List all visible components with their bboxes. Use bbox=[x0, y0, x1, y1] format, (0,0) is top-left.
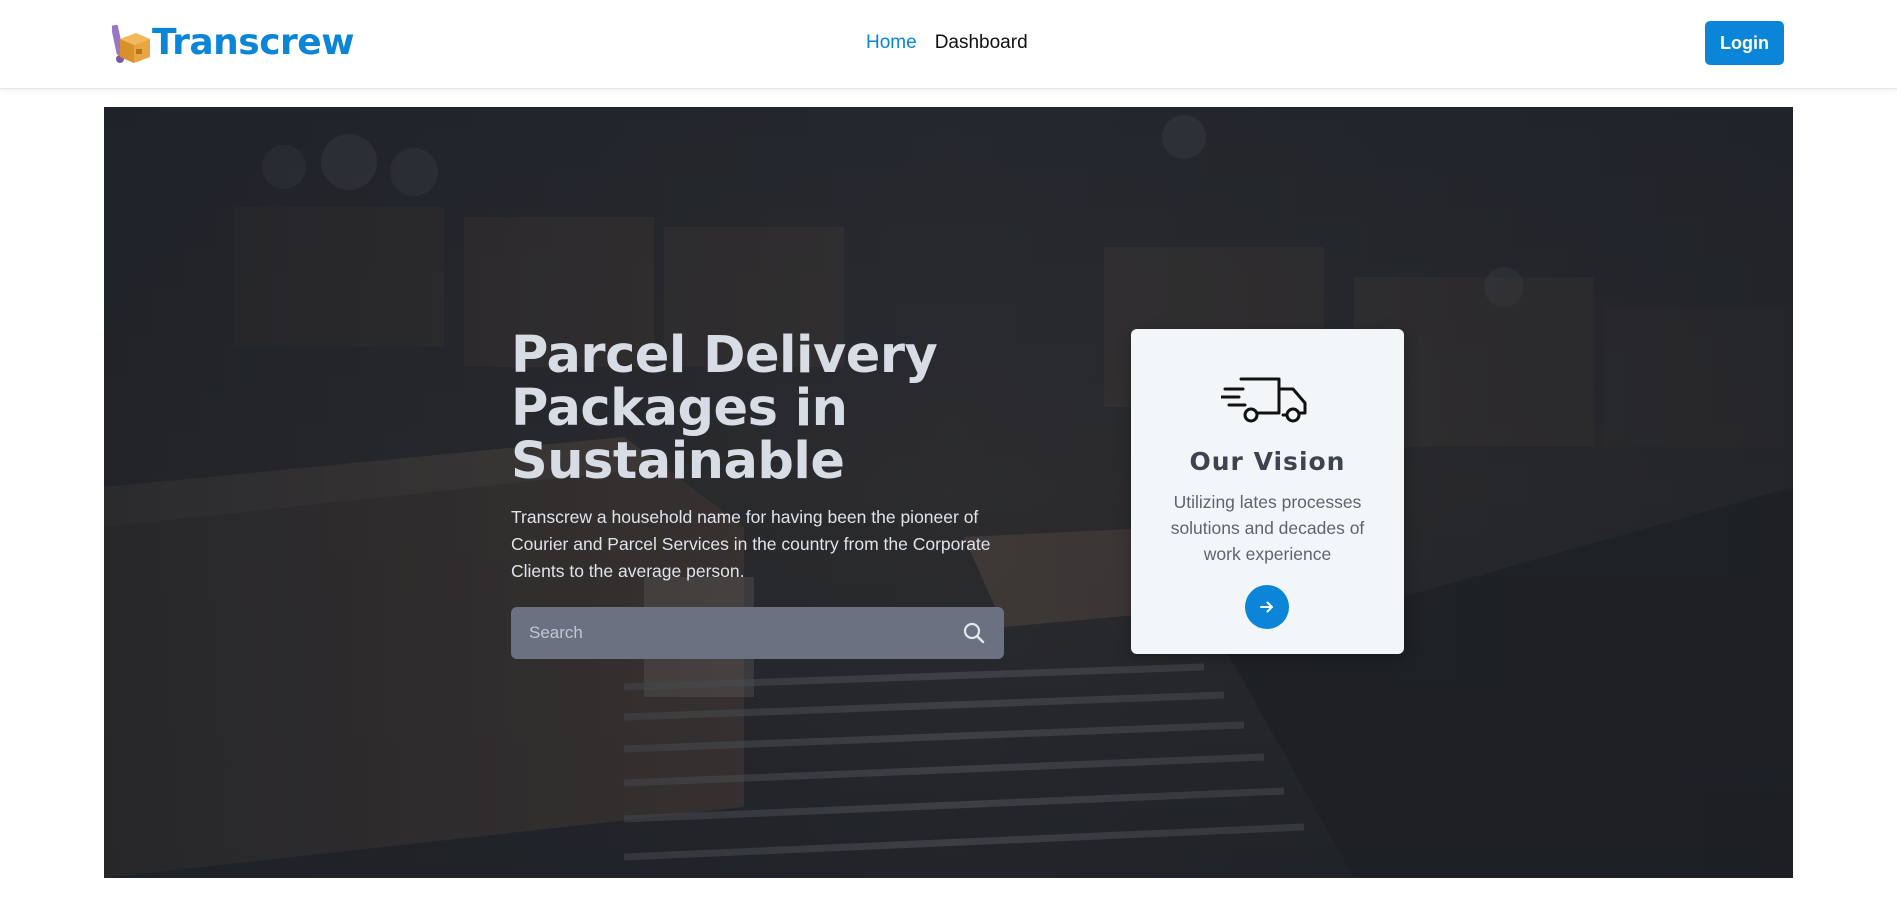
top-navbar: Transcrew Home Dashboard Login bbox=[0, 0, 1897, 89]
box-logo-icon bbox=[112, 24, 150, 63]
search-icon[interactable] bbox=[944, 607, 1004, 659]
delivery-truck-icon bbox=[1221, 377, 1307, 423]
hero-title: Parcel Delivery Packages in Sustainable bbox=[511, 326, 938, 491]
hero-description: Transcrew a household name for having be… bbox=[511, 507, 991, 581]
vision-card: Our Vision Utilizing lates processes sol… bbox=[1131, 329, 1404, 654]
search-bar bbox=[511, 607, 1004, 659]
nav-link-home[interactable]: Home bbox=[866, 28, 917, 58]
vision-title: Our Vision bbox=[1189, 447, 1346, 476]
brand-logo-link[interactable]: Transcrew bbox=[112, 20, 354, 66]
search-input[interactable] bbox=[511, 607, 944, 659]
arrow-right-icon bbox=[1260, 601, 1273, 613]
vision-text: Utilizing lates processes solutions and … bbox=[1170, 492, 1365, 564]
vision-more-button[interactable] bbox=[1245, 585, 1289, 629]
nav-link-dashboard[interactable]: Dashboard bbox=[935, 28, 1028, 58]
brand-name: Transcrew bbox=[152, 22, 354, 63]
hero-background-image bbox=[104, 107, 1793, 878]
main-nav: Home Dashboard bbox=[866, 28, 1028, 58]
hero-section: Parcel Delivery Packages in Sustainable … bbox=[104, 107, 1793, 878]
login-button[interactable]: Login bbox=[1705, 21, 1784, 65]
